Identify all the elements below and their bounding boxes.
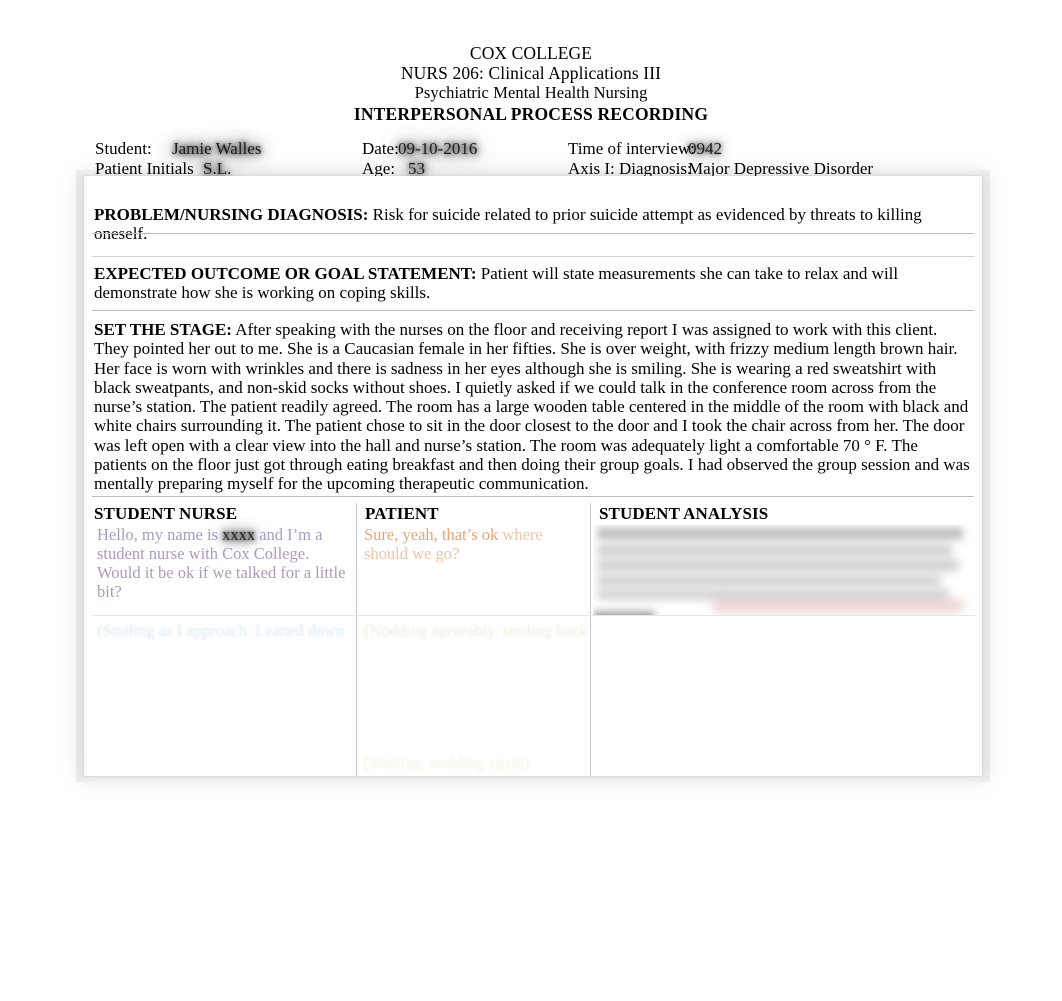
metadata-row-1: Student: Jamie Walles Date: 09-10-2016 T… — [0, 139, 1062, 159]
divider-2 — [92, 256, 974, 257]
document-page: COX COLLEGE NURS 206: Clinical Applicati… — [0, 0, 1062, 1001]
set-the-stage-text: After speaking with the nurses on the fl… — [94, 320, 970, 494]
header-student-analysis: STUDENT ANALYSIS — [599, 504, 769, 523]
student-value: Jamie Walles — [172, 139, 262, 158]
student-nurse-text-pre: Hello, my name is — [97, 525, 223, 544]
expected-outcome-label: EXPECTED OUTCOME OR GOAL STATEMENT: — [94, 264, 477, 283]
patient-text-strong: Sure, yeah, that’s ok — [364, 525, 499, 544]
process-recording-table: STUDENT NURSE Hello, my name is xxxx and… — [92, 503, 976, 776]
institution-name: COX COLLEGE — [469, 43, 593, 63]
document-body: PROBLEM/NURSING DIAGNOSIS: Risk for suic… — [84, 176, 982, 776]
student-label: Student: — [95, 139, 152, 158]
divider-1 — [92, 233, 974, 234]
table-row-2: (Smiling as I approach. Leaned down (Nod… — [92, 615, 976, 776]
time-label: Time of interview: — [568, 139, 695, 158]
subject-name: Psychiatric Mental Health Nursing — [414, 83, 648, 102]
section-expected-outcome: EXPECTED OUTCOME OR GOAL STATEMENT: Pati… — [92, 264, 974, 303]
metadata-block: Student: Jamie Walles Date: 09-10-2016 T… — [0, 139, 1062, 179]
divider-3 — [92, 310, 974, 311]
divider-4 — [92, 496, 974, 497]
student-analysis-redacted-content — [593, 525, 976, 615]
date-label: Date: — [362, 139, 399, 158]
header-patient: PATIENT — [365, 504, 439, 523]
student-nurse-redacted-name: xxxx — [222, 525, 256, 544]
header-student-nurse: STUDENT NURSE — [94, 504, 238, 523]
patient-row2-bottom-ghost-text: (Smiling, nodding again) — [364, 753, 530, 772]
time-value: 0942 — [688, 139, 722, 158]
problem-diagnosis-label: PROBLEM/NURSING DIAGNOSIS: — [94, 205, 369, 224]
set-the-stage-label: SET THE STAGE: — [94, 320, 232, 339]
document-title: INTERPERSONAL PROCESS RECORDING — [353, 103, 709, 124]
section-problem-diagnosis: PROBLEM/NURSING DIAGNOSIS: Risk for suic… — [92, 205, 974, 244]
student-nurse-row2-ghost-text: (Smiling as I approach. Leaned down — [97, 621, 345, 640]
patient-row2-ghost-text: (Nodding agreeably, smiling back — [364, 621, 588, 640]
date-value: 09-10-2016 — [398, 139, 478, 158]
course-name: NURS 206: Clinical Applications III — [400, 62, 662, 83]
row-separator — [92, 615, 976, 616]
section-set-the-stage: SET THE STAGE: After speaking with the n… — [92, 320, 974, 494]
cell-student-nurse-row1: Hello, my name is xxxx and I’m a student… — [92, 525, 355, 601]
document-header: COX COLLEGE NURS 206: Clinical Applicati… — [0, 43, 1062, 124]
cell-patient-row1: Sure, yeah, that’s ok where should we go… — [359, 525, 590, 563]
